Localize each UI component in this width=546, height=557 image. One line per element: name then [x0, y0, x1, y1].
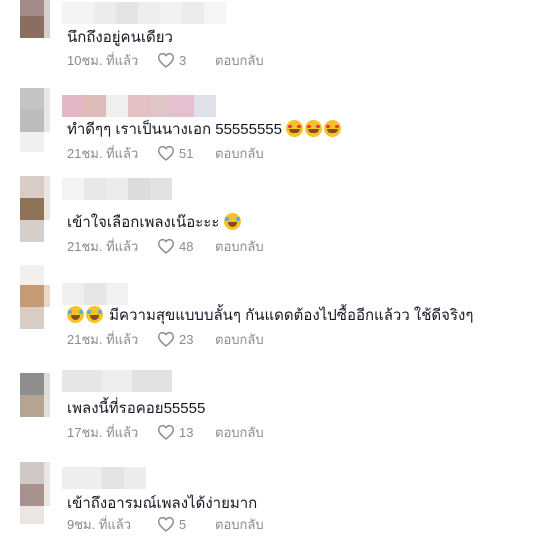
avatar[interactable]	[20, 265, 50, 329]
comment-item: ทำดีๆๆ เราเป็นนางเอก 55555555 21ชม. ที่แ…	[0, 88, 546, 168]
like-button[interactable]: 13	[157, 424, 217, 440]
avatar[interactable]	[20, 0, 50, 40]
username[interactable]	[62, 95, 216, 117]
comment-text-body: มีความสุขแบบบลั้นๆ กันแดดต้องไปซื้ออีกแล…	[109, 307, 474, 324]
heart-icon	[157, 331, 175, 347]
username[interactable]	[62, 2, 226, 24]
comment-meta: 21ชม. ที่แล้ว 51 ตอบกลับ	[67, 144, 264, 162]
heart-icon	[157, 424, 175, 440]
comment-item: เข้าถึงอารมณ์เพลงได้ง่ายมาก 9ชม. ที่แล้ว…	[0, 462, 546, 542]
rolling-laughing-icon	[86, 306, 103, 323]
comment-item: เพลงนี้ที่รอคอย55555 17ชม. ที่แล้ว 13 ตอ…	[0, 368, 546, 448]
heart-icon	[157, 516, 175, 532]
like-count: 23	[179, 331, 194, 347]
comment-item: เข้าใจเลือกเพลงเน๊อะะะ 21ชม. ที่แล้ว 48 …	[0, 176, 546, 261]
comment-text-body: ทำดีๆๆ เราเป็นนางเอก 55555555	[67, 121, 282, 138]
comment-time: 21ชม. ที่แล้ว	[67, 331, 139, 347]
reply-button[interactable]: ตอบกลับ	[215, 329, 264, 350]
comment-meta: 17ชม. ที่แล้ว 13 ตอบกลับ	[67, 423, 264, 441]
comment-meta: 21ชม. ที่แล้ว 48 ตอบกลับ	[67, 237, 264, 255]
heart-icon	[157, 52, 175, 68]
comment-text-body: เข้าใจเลือกเพลงเน๊อะะะ	[67, 214, 220, 231]
like-count: 51	[179, 145, 194, 161]
comment-text-body: เพลงนี้ที่รอคอย55555	[67, 400, 206, 417]
like-button[interactable]: 48	[157, 238, 217, 254]
rolling-laughing-icon	[223, 213, 241, 230]
comment-time: 21ชม. ที่แล้ว	[67, 145, 139, 161]
like-count: 13	[179, 424, 194, 440]
comment-text: ทำดีๆๆ เราเป็นนางเอก 55555555	[67, 120, 343, 140]
comment-text: เข้าใจเลือกเพลงเน๊อะะะ	[67, 213, 243, 233]
avatar[interactable]	[20, 462, 50, 524]
username[interactable]	[62, 178, 172, 200]
heart-icon	[157, 238, 175, 254]
reply-button[interactable]: ตอบกลับ	[215, 143, 264, 164]
smiling-face-with-hearts-icon	[324, 120, 342, 137]
like-count: 5	[179, 516, 187, 532]
avatar[interactable]	[20, 88, 50, 152]
comment-meta: 10ชม. ที่แล้ว 3 ตอบกลับ	[67, 51, 264, 69]
like-button[interactable]: 51	[157, 145, 217, 161]
rolling-laughing-icon	[67, 306, 84, 323]
like-count: 3	[179, 52, 187, 68]
username[interactable]	[62, 370, 172, 392]
like-button[interactable]: 23	[157, 331, 217, 347]
reply-button[interactable]: ตอบกลับ	[215, 514, 264, 535]
avatar[interactable]	[20, 176, 50, 242]
comment-time: 21ชม. ที่แล้ว	[67, 238, 139, 254]
heart-icon	[157, 145, 175, 161]
like-count: 48	[179, 238, 194, 254]
smiling-face-with-hearts-icon	[286, 120, 304, 137]
like-button[interactable]: 3	[157, 52, 217, 68]
comment-text-body: เข้าถึงอารมณ์เพลงได้ง่ายมาก	[67, 495, 258, 512]
comment-time: 9ชม. ที่แล้ว	[67, 516, 132, 532]
comment-time: 10ชม. ที่แล้ว	[67, 52, 139, 68]
reply-button[interactable]: ตอบกลับ	[215, 50, 264, 71]
comment-time: 17ชม. ที่แล้ว	[67, 424, 139, 440]
comment-text: นึกถึงอยู่คนเดียว	[67, 28, 173, 48]
username[interactable]	[62, 283, 128, 305]
reply-button[interactable]: ตอบกลับ	[215, 236, 264, 257]
comment-text: เข้าถึงอารมณ์เพลงได้ง่ายมาก	[67, 494, 257, 514]
comment-item: นึกถึงอยู่คนเดียว 10ชม. ที่แล้ว 3 ตอบกลั…	[0, 0, 546, 75]
reply-button[interactable]: ตอบกลับ	[215, 422, 264, 443]
comment-meta: 9ชม. ที่แล้ว 5 ตอบกลับ	[67, 515, 264, 533]
smiling-face-with-hearts-icon	[305, 120, 323, 137]
comment-text-body: นึกถึงอยู่คนเดียว	[67, 29, 173, 46]
avatar[interactable]	[20, 373, 50, 421]
comment-item: มีความสุขแบบบลั้นๆ กันแดดต้องไปซื้ออีกแล…	[0, 265, 546, 350]
username[interactable]	[62, 467, 146, 489]
comment-meta: 21ชม. ที่แล้ว 23 ตอบกลับ	[67, 330, 264, 348]
comment-text: มีความสุขแบบบลั้นๆ กันแดดต้องไปซื้ออีกแล…	[67, 306, 473, 326]
comment-text: เพลงนี้ที่รอคอย55555	[67, 399, 205, 419]
like-button[interactable]: 5	[157, 516, 217, 532]
